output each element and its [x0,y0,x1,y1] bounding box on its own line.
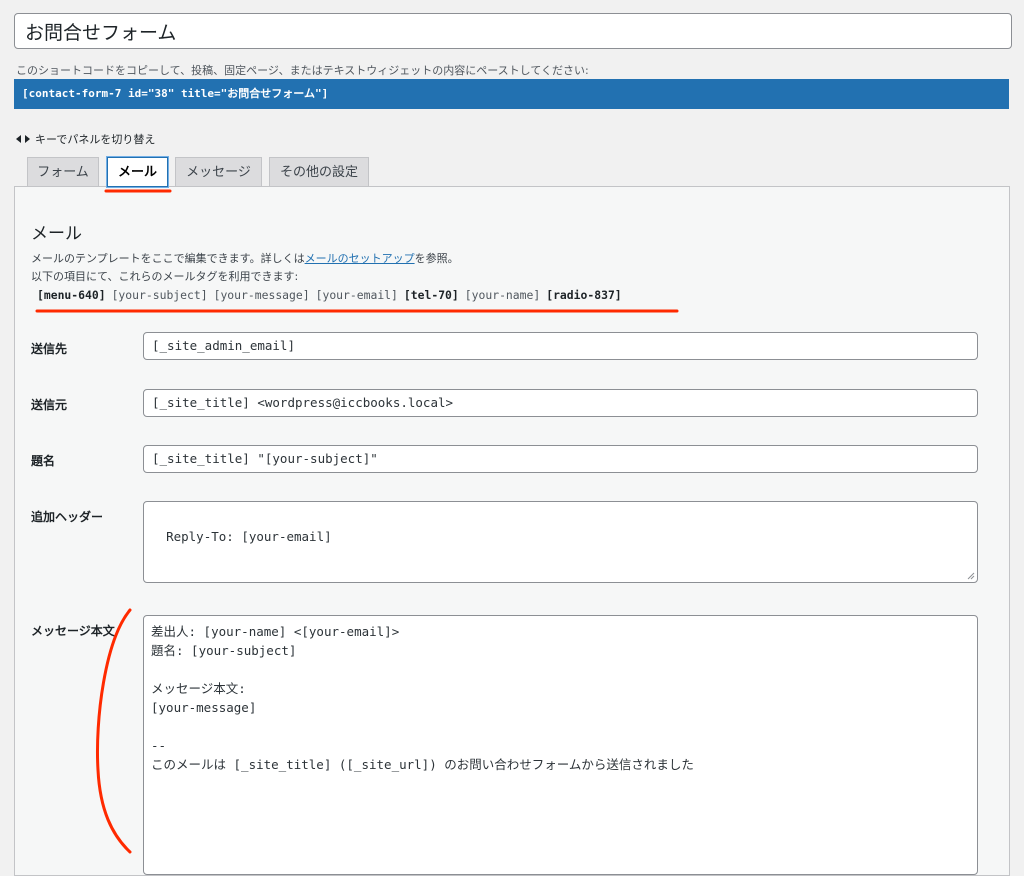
desc-prefix: メールのテンプレートをここで編集できます。詳しくは [31,252,305,265]
tab-mail[interactable]: メール [107,157,168,187]
mail-tags-intro: 以下の項目にて、これらのメールタグを利用できます: [31,270,299,283]
subject-label: 題名 [31,454,56,468]
subject-input[interactable]: [_site_title] "[your-subject]" [143,445,978,473]
additional-headers-value: Reply-To: [your-email] [166,529,332,544]
message-body-label: メッセージ本文 [31,624,115,638]
additional-headers-label: 追加ヘッダー [31,510,104,524]
mail-tag: [radio-837] [546,288,622,302]
keyboard-hint: キーでパネルを切り替え [16,131,155,147]
tab-messages[interactable]: メッセージ [175,157,262,187]
keyboard-hint-text: キーでパネルを切り替え [35,133,156,146]
arrow-left-right-icon [16,135,30,143]
mail-tag: [tel-70] [403,288,459,302]
resize-grip-icon[interactable] [967,572,975,580]
mail-tag-list: [menu-640] [your-subject] [your-message] [y… [37,288,628,302]
panel-title: メール [31,224,82,244]
to-input[interactable]: [_site_admin_email] [143,332,978,360]
desc-suffix: を参照。 [414,252,459,265]
panel-description: メールのテンプレートをここで編集できます。詳しくはメールのセットアップを参照。 [31,250,459,266]
mail-tag: [your-name] [464,288,541,302]
from-label: 送信元 [31,398,68,412]
shortcode-hint: このショートコードをコピーして、投稿、固定ページ、またはテキストウィジェットの内… [16,64,589,77]
shortcode-field[interactable]: [contact-form-7 id="38" title="お問合せフォーム"… [14,79,1009,109]
form-title-input[interactable] [14,13,1012,49]
tab-form[interactable]: フォーム [27,157,99,187]
additional-headers-textarea[interactable]: Reply-To: [your-email] [143,501,978,583]
to-label: 送信先 [31,342,68,356]
tab-additional-settings[interactable]: その他の設定 [269,157,369,187]
mail-tag: [menu-640] [37,288,106,302]
mail-tag: [your-email] [315,288,398,302]
message-body-textarea[interactable]: 差出人: [your-name] <[your-email]> 題名: [you… [143,615,978,875]
mail-setup-link[interactable]: メールのセットアップ [305,252,415,265]
from-input[interactable]: [_site_title] <wordpress@iccbooks.local> [143,389,978,417]
mail-tag: [your-message] [213,288,310,302]
mail-tag: [your-subject] [111,288,208,302]
